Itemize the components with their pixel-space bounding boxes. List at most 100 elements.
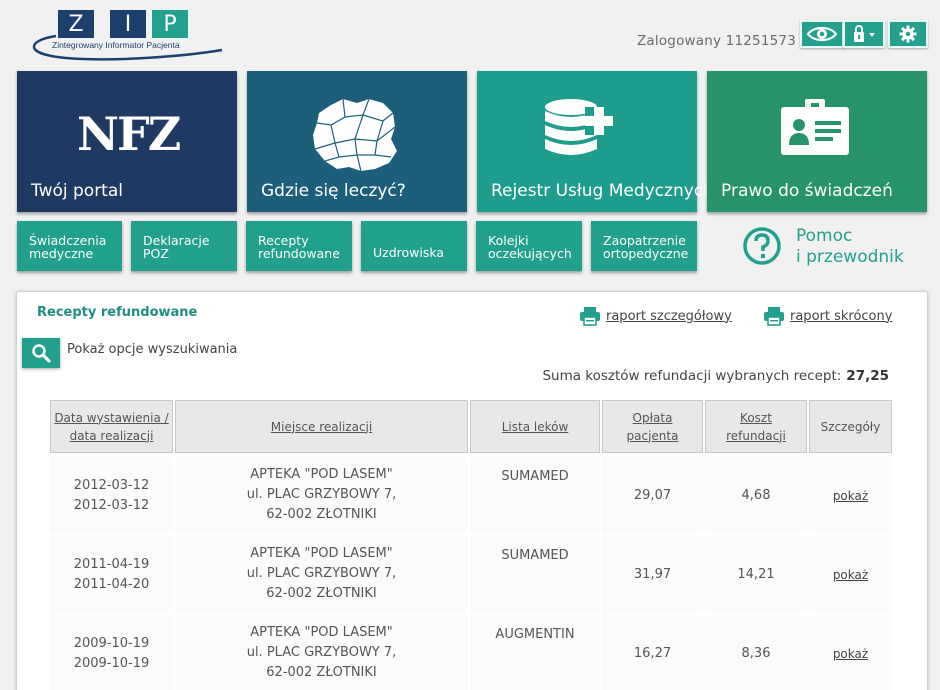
col-header-line1: Koszt bbox=[740, 410, 772, 425]
question-circle-icon bbox=[743, 227, 781, 265]
tile-label-line2: POZ bbox=[143, 246, 169, 261]
tile-label: Rejestr Usług Medycznych bbox=[491, 181, 714, 201]
short-report-link[interactable]: raport skrócony bbox=[763, 306, 892, 326]
tile-label-line2: refundowane bbox=[258, 246, 340, 261]
place-city: 62-002 ZŁOTNIKI bbox=[266, 586, 377, 601]
zip-logo[interactable]: Z I P Zintegrowany Informator Pacjenta bbox=[26, 6, 226, 62]
cell-place: APTEKA "POD LASEM" ul. PLAC GRZYBOWY 7, … bbox=[175, 536, 468, 613]
show-details-link[interactable]: pokaż bbox=[833, 644, 868, 664]
cell-drugs: SUMAMED bbox=[470, 536, 600, 613]
table-row: 2012-03-12 2012-03-12 APTEKA "POD LASEM" … bbox=[50, 457, 892, 534]
table-row: 2009-10-19 2009-10-19 APTEKA "POD LASEM" … bbox=[50, 615, 892, 690]
tile-label-line2: ortopedyczne bbox=[603, 246, 689, 261]
tile-label-line2: medyczne bbox=[29, 246, 94, 261]
cell-patient-fee: 16,27 bbox=[602, 615, 703, 690]
tile-poz-declarations[interactable]: Deklaracje POZ bbox=[131, 221, 237, 271]
cell-dates: 2011-04-19 2011-04-20 bbox=[50, 536, 173, 613]
tile-medical-services[interactable]: Świadczenia medyczne bbox=[17, 221, 122, 271]
drug-name: AUGMENTIN bbox=[495, 627, 575, 642]
drug-name: SUMAMED bbox=[501, 548, 569, 563]
refund-sum: Suma kosztów refundacji wybranych recept… bbox=[542, 368, 889, 384]
table-row: 2011-04-19 2011-04-20 APTEKA "POD LASEM" … bbox=[50, 536, 892, 613]
cell-refund-cost: 8,36 bbox=[705, 615, 807, 690]
nfz-logo: NFZ bbox=[77, 107, 181, 161]
col-header-line1: Opłata bbox=[632, 410, 673, 425]
tile-where-to-treat[interactable]: Gdzie się leczyć? bbox=[247, 71, 467, 212]
tile-medical-services-register[interactable]: Rejestr Usług Medycznych bbox=[477, 71, 714, 212]
place-name: APTEKA "POD LASEM" bbox=[250, 625, 393, 640]
database-plus-icon bbox=[545, 99, 613, 155]
detailed-report-label: raport szczegółowy bbox=[606, 308, 732, 324]
gear-icon bbox=[899, 25, 917, 43]
tile-label-line2: oczekujących bbox=[488, 246, 572, 261]
col-header-line1: Lista leków bbox=[501, 419, 569, 434]
cell-refund-cost: 14,21 bbox=[705, 536, 807, 613]
realization-date: 2012-03-12 bbox=[73, 497, 150, 513]
tile-orthopedic-supplies[interactable]: Zaopatrzenie ortopedyczne bbox=[591, 221, 697, 271]
short-report-label: raport skrócony bbox=[790, 308, 893, 324]
poland-map-icon bbox=[313, 98, 397, 172]
printer-icon bbox=[580, 307, 600, 326]
search-options-toggle[interactable]: Pokaż opcje wyszukiwania bbox=[67, 342, 237, 357]
logged-in-user: Zalogowany 11251573 bbox=[636, 33, 796, 49]
col-header-line1: Miejsce realizacji bbox=[270, 419, 373, 434]
col-header-drugs[interactable]: Lista leków bbox=[470, 400, 600, 453]
cell-details: pokaż bbox=[809, 457, 892, 534]
col-header-dates[interactable]: Data wystawienia / data realizacji bbox=[50, 400, 173, 453]
help-label-line1: Pomoc bbox=[796, 226, 853, 246]
tile-label: Twój portal bbox=[31, 181, 123, 201]
col-header-line1: Szczegóły bbox=[820, 419, 881, 434]
realization-date: 2009-10-19 bbox=[73, 655, 150, 671]
logo-letter-i: I bbox=[110, 10, 146, 38]
issue-date: 2012-03-12 bbox=[73, 477, 150, 493]
realization-date: 2011-04-20 bbox=[73, 576, 150, 592]
help-label-line2: i przewodnik bbox=[796, 247, 904, 267]
printer-icon bbox=[764, 307, 784, 326]
search-icon bbox=[32, 344, 51, 363]
cell-dates: 2009-10-19 2009-10-19 bbox=[50, 615, 173, 690]
cell-drugs: SUMAMED bbox=[470, 457, 600, 534]
col-header-place[interactable]: Miejsce realizacji bbox=[175, 400, 468, 453]
place-street: ul. PLAC GRZYBOWY 7, bbox=[246, 645, 397, 660]
col-header-line2: data realizacji bbox=[69, 428, 154, 443]
panel-title: Recepty refundowane bbox=[37, 305, 198, 320]
tile-right-to-benefits[interactable]: Prawo do świadczeń bbox=[707, 71, 927, 212]
drug-name: SUMAMED bbox=[501, 469, 569, 484]
tile-refunded-prescriptions[interactable]: Recepty refundowane bbox=[246, 221, 352, 271]
place-name: APTEKA "POD LASEM" bbox=[250, 546, 393, 561]
show-details-link[interactable]: pokaż bbox=[833, 486, 868, 506]
refund-sum-value: 27,25 bbox=[846, 368, 889, 384]
col-header-details: Szczegóły bbox=[809, 400, 892, 453]
tile-waiting-queues[interactable]: Kolejki oczekujących bbox=[476, 221, 582, 271]
tile-your-portal[interactable]: NFZ Twój portal bbox=[17, 71, 237, 212]
cell-details: pokaż bbox=[809, 615, 892, 690]
tile-label-line1: Uzdrowiska bbox=[373, 245, 445, 260]
show-details-link[interactable]: pokaż bbox=[833, 565, 868, 585]
place-street: ul. PLAC GRZYBOWY 7, bbox=[246, 487, 397, 502]
security-menu-button[interactable] bbox=[843, 20, 885, 48]
tile-label: Prawo do świadczeń bbox=[721, 181, 893, 201]
tile-spas[interactable]: Uzdrowiska bbox=[361, 221, 467, 271]
refund-sum-label: Suma kosztów refundacji wybranych recept… bbox=[542, 368, 842, 384]
cell-patient-fee: 31,97 bbox=[602, 536, 703, 613]
cell-place: APTEKA "POD LASEM" ul. PLAC GRZYBOWY 7, … bbox=[175, 615, 468, 690]
help-guide-link[interactable]: Pomoc i przewodnik bbox=[742, 224, 932, 274]
col-header-patient-fee[interactable]: Opłata pacjenta bbox=[602, 400, 703, 453]
place-street: ul. PLAC GRZYBOWY 7, bbox=[246, 566, 397, 581]
col-header-refund-cost[interactable]: Koszt refundacji bbox=[705, 400, 807, 453]
accessibility-view-button[interactable] bbox=[800, 20, 844, 48]
search-options-button[interactable] bbox=[22, 338, 60, 368]
place-name: APTEKA "POD LASEM" bbox=[250, 467, 393, 482]
place-city: 62-002 ZŁOTNIKI bbox=[266, 507, 377, 522]
eye-icon bbox=[806, 26, 838, 42]
logo-letter-z: Z bbox=[58, 10, 94, 38]
cell-drugs: AUGMENTIN bbox=[470, 615, 600, 690]
col-header-line2: refundacji bbox=[726, 428, 786, 443]
lock-icon bbox=[854, 25, 875, 42]
cell-patient-fee: 29,07 bbox=[602, 457, 703, 534]
settings-button[interactable] bbox=[888, 20, 928, 48]
logo-letter-p: P bbox=[152, 10, 188, 38]
detailed-report-link[interactable]: raport szczegółowy bbox=[579, 306, 732, 326]
place-city: 62-002 ZŁOTNIKI bbox=[266, 665, 377, 680]
issue-date: 2011-04-19 bbox=[73, 556, 150, 572]
